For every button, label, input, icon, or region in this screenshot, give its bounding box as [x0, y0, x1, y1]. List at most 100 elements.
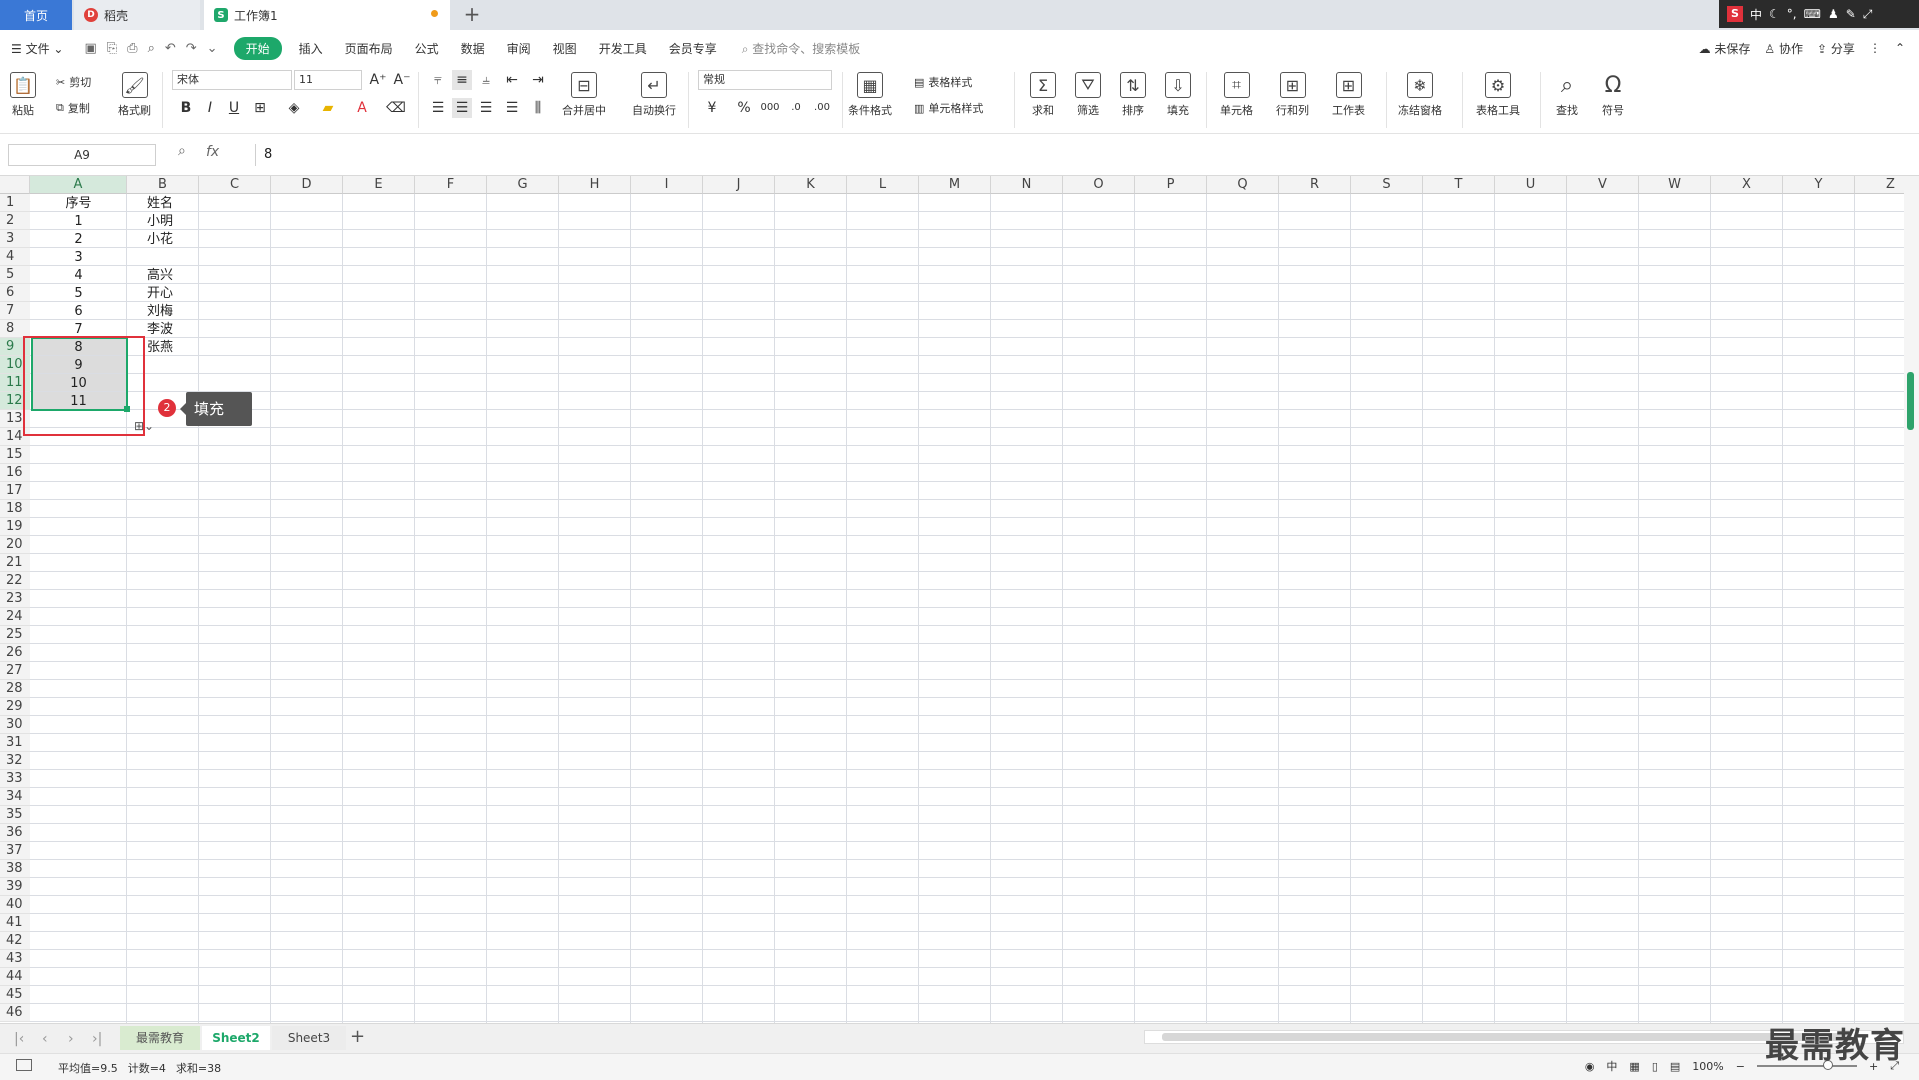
- row-header-44[interactable]: 44: [0, 968, 30, 986]
- currency-button[interactable]: ¥: [702, 98, 722, 118]
- expand-icon[interactable]: ⤢: [1863, 7, 1873, 22]
- column-header-H[interactable]: H: [559, 176, 631, 194]
- row-header-33[interactable]: 33: [0, 770, 30, 788]
- cell-A2[interactable]: 1: [30, 213, 127, 230]
- thousands-icon[interactable]: 000: [760, 98, 780, 118]
- distribute-icon[interactable]: ⫼: [528, 98, 548, 118]
- normal-view-icon[interactable]: ▦: [1629, 1060, 1639, 1073]
- cut-button[interactable]: ✂ 剪切: [56, 74, 91, 90]
- tab-home[interactable]: 首页: [0, 0, 72, 30]
- cell-B5[interactable]: 高兴: [147, 267, 173, 284]
- column-header-W[interactable]: W: [1639, 176, 1711, 194]
- cell-B7[interactable]: 刘梅: [147, 303, 173, 320]
- cell-A4[interactable]: 3: [30, 249, 127, 266]
- column-header-P[interactable]: P: [1135, 176, 1207, 194]
- row-header-20[interactable]: 20: [0, 536, 30, 554]
- row-col-button[interactable]: ⊞ 行和列: [1276, 72, 1309, 118]
- italic-button[interactable]: I: [200, 98, 220, 118]
- table-tools-button[interactable]: ⚙ 表格工具: [1476, 72, 1520, 118]
- cell-B3[interactable]: 小花: [147, 231, 173, 248]
- column-header-A[interactable]: A: [30, 176, 127, 194]
- next-sheet-icon[interactable]: ›: [68, 1031, 74, 1047]
- symbol-button[interactable]: Ω 符号: [1600, 72, 1626, 118]
- page-break-view-icon[interactable]: ▤: [1670, 1060, 1680, 1073]
- save-icon[interactable]: ▣: [84, 41, 96, 56]
- column-header-S[interactable]: S: [1351, 176, 1423, 194]
- moon-icon[interactable]: ☾: [1769, 7, 1780, 21]
- add-tab-button[interactable]: +: [460, 3, 484, 27]
- row-header-16[interactable]: 16: [0, 464, 30, 482]
- autofill-options-icon[interactable]: ⊞⌄: [134, 419, 154, 433]
- column-header-T[interactable]: T: [1423, 176, 1495, 194]
- tab-daoke[interactable]: D 稻壳: [74, 0, 200, 30]
- menu-tab-start[interactable]: 开始: [233, 36, 282, 60]
- font-size-select[interactable]: 11: [294, 70, 362, 90]
- row-header-21[interactable]: 21: [0, 554, 30, 572]
- cell-A7[interactable]: 6: [30, 303, 127, 320]
- sum-button[interactable]: Σ 求和: [1030, 72, 1056, 118]
- column-header-O[interactable]: O: [1063, 176, 1135, 194]
- vertical-scrollbar[interactable]: [1904, 190, 1919, 1023]
- name-box[interactable]: A9: [8, 144, 156, 166]
- cell-A3[interactable]: 2: [30, 231, 127, 248]
- row-header-42[interactable]: 42: [0, 932, 30, 950]
- command-search[interactable]: ⌕ 查找命令、搜索模板: [742, 40, 861, 57]
- row-header-36[interactable]: 36: [0, 824, 30, 842]
- highlight-icon[interactable]: ▰: [318, 98, 338, 118]
- indent-decrease-icon[interactable]: ⇤: [502, 70, 522, 90]
- row-header-5[interactable]: 5: [0, 266, 30, 284]
- print-icon[interactable]: ⎙: [127, 41, 137, 56]
- cell-B9[interactable]: 张燕: [147, 339, 173, 356]
- column-header-J[interactable]: J: [703, 176, 775, 194]
- decimal-decrease-icon[interactable]: .00: [812, 98, 832, 118]
- column-header-Y[interactable]: Y: [1783, 176, 1855, 194]
- row-header-23[interactable]: 23: [0, 590, 30, 608]
- row-header-40[interactable]: 40: [0, 896, 30, 914]
- eye-icon[interactable]: ◉: [1585, 1060, 1595, 1073]
- tab-workbook[interactable]: S 工作簿1: [204, 0, 450, 30]
- column-header-G[interactable]: G: [487, 176, 559, 194]
- justify-icon[interactable]: ☰: [502, 98, 522, 118]
- table-style-button[interactable]: ▤ 表格样式: [914, 74, 972, 90]
- decimal-increase-icon[interactable]: .0: [786, 98, 806, 118]
- copy-button[interactable]: ⧉ 复制: [56, 100, 90, 116]
- ime-lang[interactable]: 中: [1750, 6, 1762, 23]
- underline-button[interactable]: U: [224, 98, 244, 118]
- row-header-34[interactable]: 34: [0, 788, 30, 806]
- undo-icon[interactable]: ↶: [165, 41, 176, 56]
- first-sheet-icon[interactable]: |‹: [14, 1031, 24, 1047]
- column-header-U[interactable]: U: [1495, 176, 1567, 194]
- sheet-tab-1[interactable]: 最需教育: [120, 1026, 200, 1050]
- row-header-22[interactable]: 22: [0, 572, 30, 590]
- column-header-X[interactable]: X: [1711, 176, 1783, 194]
- status-ime[interactable]: 中: [1606, 1058, 1617, 1074]
- horizontal-scroll-thumb[interactable]: [1162, 1033, 1852, 1041]
- row-header-32[interactable]: 32: [0, 752, 30, 770]
- align-bottom-icon[interactable]: ⫨: [476, 70, 496, 90]
- monitor-icon[interactable]: [16, 1059, 32, 1071]
- row-header-39[interactable]: 39: [0, 878, 30, 896]
- wrap-text-button[interactable]: ↵ 自动换行: [632, 72, 676, 118]
- merge-center-button[interactable]: ⊟ 合并居中: [562, 72, 606, 118]
- freeze-panes-button[interactable]: ❄ 冻结窗格: [1398, 72, 1442, 118]
- column-header-D[interactable]: D: [271, 176, 343, 194]
- row-header-38[interactable]: 38: [0, 860, 30, 878]
- stat-average[interactable]: 平均值=9.5: [58, 1060, 118, 1076]
- formula-input[interactable]: 8: [255, 144, 1915, 166]
- format-painter-button[interactable]: 🖌 格式刷: [118, 72, 151, 118]
- menu-tab-review[interactable]: 审阅: [496, 40, 542, 57]
- column-header-M[interactable]: M: [919, 176, 991, 194]
- cell-style-button[interactable]: ▥ 单元格样式: [914, 100, 983, 116]
- wrench-icon[interactable]: ✎: [1846, 7, 1856, 21]
- row-header-24[interactable]: 24: [0, 608, 30, 626]
- customize-icon[interactable]: ⌄: [207, 41, 218, 56]
- row-header-43[interactable]: 43: [0, 950, 30, 968]
- number-format-select[interactable]: 常规: [698, 70, 832, 90]
- row-header-19[interactable]: 19: [0, 518, 30, 536]
- align-middle-icon[interactable]: ≡: [452, 70, 472, 90]
- sheet-tab-2[interactable]: Sheet2: [202, 1026, 270, 1050]
- filter-button[interactable]: ⛛ 筛选: [1075, 72, 1101, 118]
- fx-icon[interactable]: fx: [206, 144, 219, 160]
- column-header-C[interactable]: C: [199, 176, 271, 194]
- zoom-out-icon[interactable]: −: [1736, 1060, 1745, 1073]
